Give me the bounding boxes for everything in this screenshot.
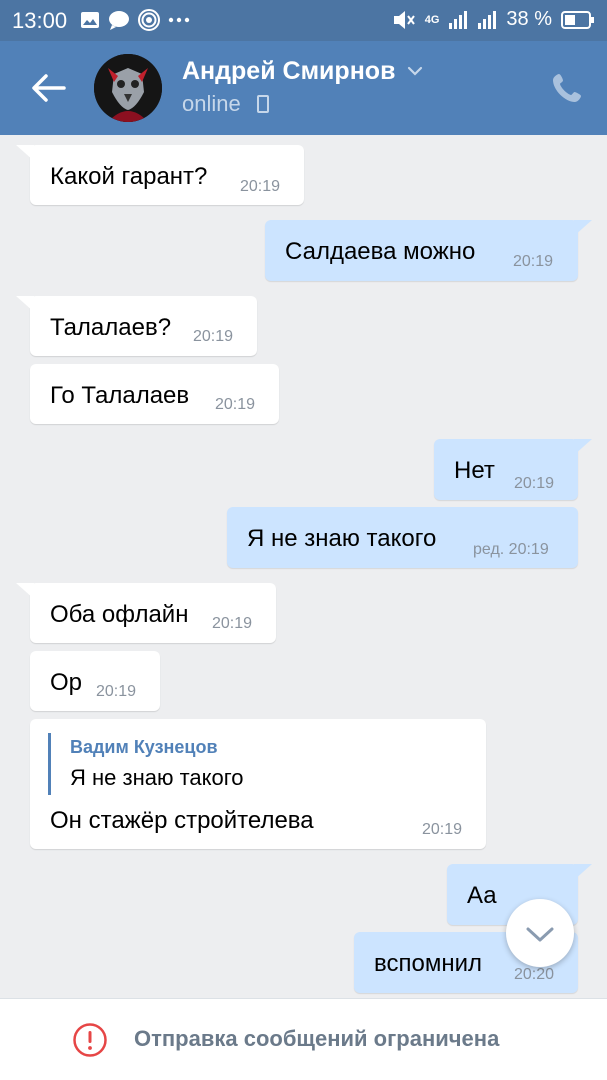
bubble-tail <box>574 439 592 455</box>
chevron-down-icon <box>526 927 554 942</box>
message-incoming[interactable]: Го Талалаев 20:19 <box>30 364 279 424</box>
battery-level: 38 % <box>506 8 552 30</box>
message-text: Он стажёр стройтелева <box>50 807 314 834</box>
message-incoming-reply[interactable]: Вадим Кузнецов Я не знаю такого Он стажё… <box>30 719 486 849</box>
network-type: 4G <box>424 13 440 26</box>
message-time: 20:20 <box>514 966 555 983</box>
bubble-tail <box>16 145 34 161</box>
signal-icon <box>478 10 497 29</box>
reply-quote-bar <box>48 733 51 795</box>
message-incoming[interactable]: Оба офлайн 20:19 <box>16 583 276 643</box>
message-text: Талалаев? <box>50 314 172 341</box>
message-text: Аа <box>467 882 497 909</box>
message-outgoing[interactable]: Нет 20:19 <box>434 439 592 500</box>
bubble-tail <box>574 864 592 880</box>
status-time: 13:00 <box>12 8 68 33</box>
contact-name[interactable]: Андрей Смирнов <box>182 57 395 86</box>
message-time: 20:19 <box>212 615 253 632</box>
message-incoming[interactable]: Талалаев? 20:19 <box>16 296 257 356</box>
messaging-restricted-bar: Отправка сообщений ограничена <box>0 998 607 1080</box>
message-time: 20:19 <box>422 821 463 838</box>
warning-icon <box>73 1023 107 1057</box>
message-text: Нет <box>454 457 495 484</box>
message-outgoing[interactable]: Я не знаю такого ред. 20:19 <box>227 507 578 568</box>
more-icon <box>168 17 190 23</box>
chat-icon <box>109 11 129 30</box>
restricted-notice: Отправка сообщений ограничена <box>134 1026 500 1051</box>
message-text: Я не знаю такого <box>247 525 437 552</box>
message-list[interactable]: Какой гарант? 20:19 Салдаева можно 20:19… <box>0 135 607 998</box>
scroll-down-button[interactable] <box>506 899 574 967</box>
message-text: Го Талалаев <box>50 382 190 409</box>
message-time: 20:19 <box>240 178 281 195</box>
bubble-tail <box>16 296 34 312</box>
message-text: Оба офлайн <box>50 601 189 628</box>
message-incoming[interactable]: Ор 20:19 <box>30 651 160 711</box>
reply-author[interactable]: Вадим Кузнецов <box>70 737 218 758</box>
bubble-tail <box>574 220 592 236</box>
message-time: ред. 20:19 <box>473 541 549 558</box>
message-text: Ор <box>50 669 83 696</box>
signal-icon <box>449 10 468 29</box>
battery-icon <box>561 10 594 29</box>
phone-icon[interactable] <box>550 71 584 105</box>
message-time: 20:19 <box>193 328 234 345</box>
message-text: Какой гарант? <box>50 163 208 190</box>
status-bar: 13:00 4G 38 % <box>0 0 607 41</box>
avatar[interactable] <box>94 54 162 122</box>
message-time: 20:19 <box>96 683 137 700</box>
hotspot-icon <box>138 9 160 31</box>
reply-text: Я не знаю такого <box>70 765 244 790</box>
gallery-icon <box>81 12 99 28</box>
chevron-down-icon[interactable] <box>405 61 425 81</box>
mute-icon <box>393 10 415 29</box>
message-text: вспомнил <box>374 950 482 977</box>
message-time: 20:19 <box>514 475 555 492</box>
bubble-tail <box>16 583 34 599</box>
contact-status: online <box>182 91 241 116</box>
mobile-device-icon <box>257 95 269 113</box>
back-arrow-icon[interactable] <box>28 71 68 105</box>
chat-header: Андрей Смирнов online <box>0 41 607 135</box>
message-time: 20:19 <box>513 253 554 270</box>
message-outgoing[interactable]: Салдаева можно 20:19 <box>265 220 592 281</box>
message-text: Салдаева можно <box>285 238 476 265</box>
message-time: 20:19 <box>215 396 256 413</box>
message-incoming[interactable]: Какой гарант? 20:19 <box>16 145 304 205</box>
